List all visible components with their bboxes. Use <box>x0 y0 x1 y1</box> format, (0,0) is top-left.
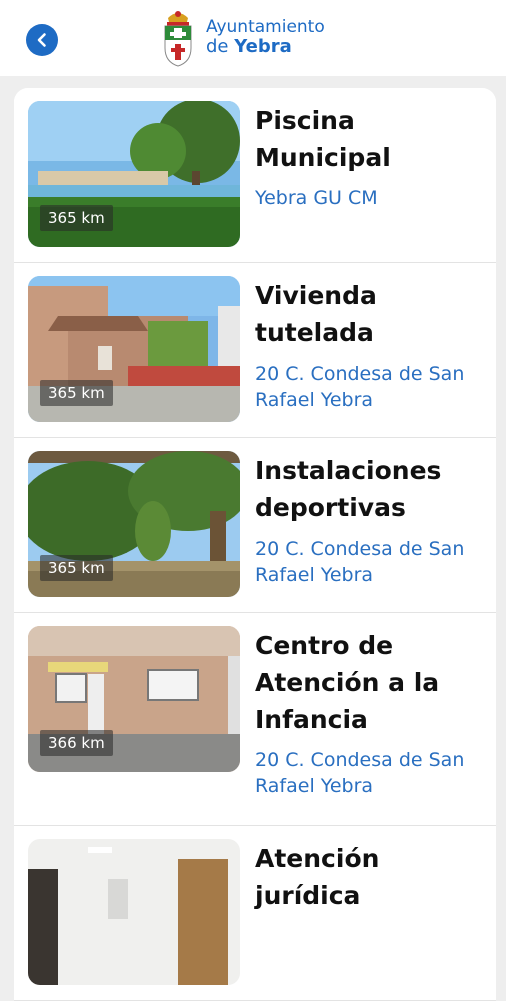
distance-label: 365 km <box>40 380 113 406</box>
distance-label: 365 km <box>40 205 113 231</box>
coat-of-arms-icon <box>164 11 192 67</box>
brand-line-2-bold: Yebra <box>234 36 292 58</box>
list-item[interactable]: 365 km Vivienda tutelada 20 C. Condesa d… <box>14 263 496 438</box>
place-title: Centro de Atención a la Infancia <box>255 631 440 734</box>
back-button[interactable] <box>26 24 58 56</box>
list-item[interactable]: 366 km Centro de Atención a la Infancia … <box>14 613 496 826</box>
house-photo: 365 km <box>28 276 240 422</box>
places-list: 365 km Piscina Municipal Yebra GU CM 365… <box>14 88 496 1001</box>
place-address: 20 C. Condesa de San Rafael Yebra <box>255 538 465 586</box>
chevron-left-icon <box>37 33 46 47</box>
app-logo: Ayuntamiento de Yebra <box>160 8 325 68</box>
brand-line-1: Ayuntamiento <box>206 16 325 37</box>
list-item[interactable]: 365 km Piscina Municipal Yebra GU CM <box>14 88 496 263</box>
brand-line-2-prefix: de <box>206 36 235 58</box>
building-photo: 366 km <box>28 626 240 772</box>
list-item[interactable]: Atención jurídica <box>14 826 496 1001</box>
place-address: Yebra GU CM <box>255 187 378 209</box>
place-title: Vivienda tutelada <box>255 281 377 347</box>
place-title: Piscina Municipal <box>255 106 391 172</box>
distance-label: 366 km <box>40 730 113 756</box>
place-title: Atención jurídica <box>255 844 380 910</box>
distance-label: 365 km <box>40 555 113 581</box>
tree-photo: 365 km <box>28 451 240 597</box>
app-header: Ayuntamiento de Yebra <box>0 0 506 76</box>
place-address: 20 C. Condesa de San Rafael Yebra <box>255 749 465 797</box>
office-photo <box>28 839 240 985</box>
pool-photo: 365 km <box>28 101 240 247</box>
place-address: 20 C. Condesa de San Rafael Yebra <box>255 363 465 411</box>
list-item[interactable]: 365 km Instalaciones deportivas 20 C. Co… <box>14 438 496 613</box>
place-title: Instalaciones deportivas <box>255 456 442 522</box>
brand-line-2: de Yebra <box>206 37 325 58</box>
